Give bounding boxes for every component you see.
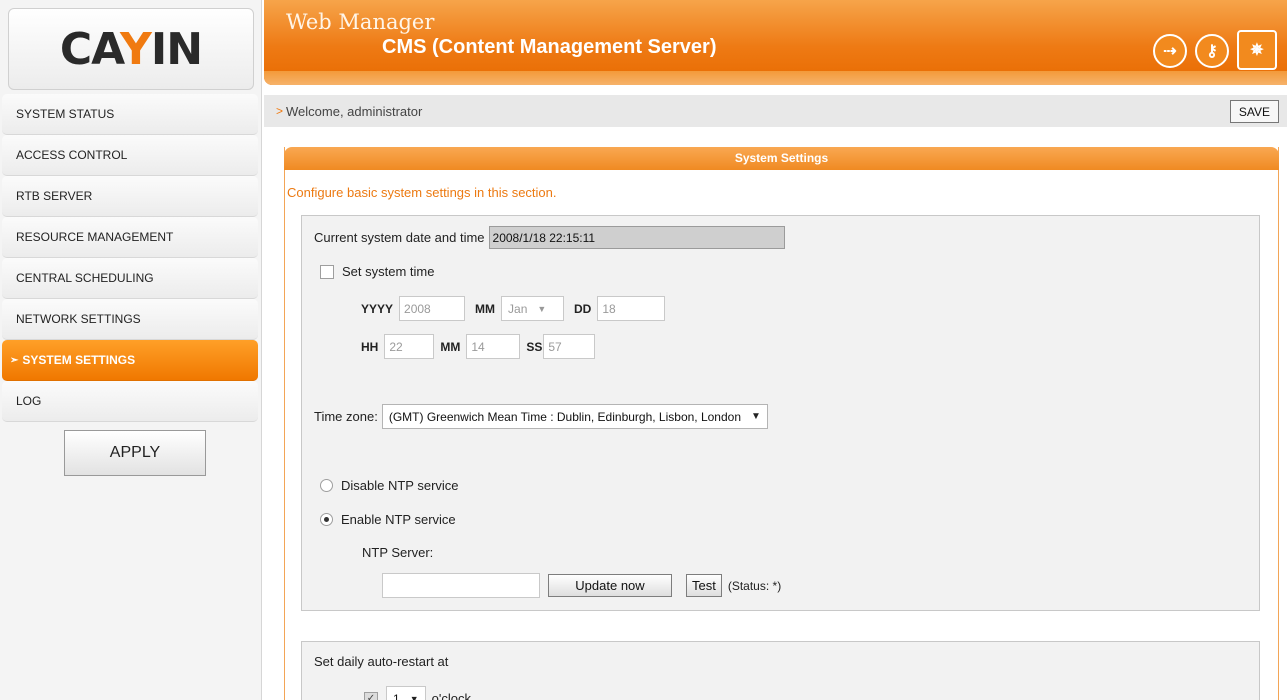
ss-label: SS — [526, 339, 543, 354]
auto-restart-label-row: Set daily auto-restart at — [314, 654, 448, 669]
month-label: MM — [475, 301, 496, 316]
header-title: Web Manager — [286, 10, 435, 34]
date-row: YYYY 2008 MM Jan ▼ DD 18 — [361, 296, 666, 321]
restart-hour-select[interactable]: 1 ▼ — [386, 686, 426, 700]
auto-restart-box: Set daily auto-restart at ✓ 1 ▼ o'clock — [301, 641, 1260, 700]
current-datetime-row: Current system date and time 2008/1/18 2… — [314, 226, 785, 249]
welcome-text: Welcome, administrator — [286, 103, 423, 119]
chevron-down-icon: ▼ — [537, 303, 547, 314]
enable-ntp-row: Enable NTP service — [320, 512, 456, 527]
update-now-button[interactable]: Update now — [548, 574, 672, 597]
cayin-logo: CAYIN — [8, 8, 254, 90]
ntp-server-label: NTP Server: — [362, 545, 434, 560]
active-arrow-icon: ➣ — [10, 354, 19, 366]
logout-icon[interactable]: ⇢ — [1153, 34, 1187, 68]
sidebar-item-system-settings[interactable]: ➣ SYSTEM SETTINGS — [2, 340, 258, 381]
set-time-row: Set system time — [320, 264, 434, 279]
disable-ntp-row: Disable NTP service — [320, 478, 459, 493]
sidebar-item-system-status[interactable]: SYSTEM STATUS — [2, 94, 258, 135]
ntp-server-row: Update now Test (Status: *) — [382, 573, 781, 598]
sidebar-item-rtb-server[interactable]: RTB SERVER — [2, 176, 258, 217]
sidebar: CAYIN SYSTEM STATUS ACCESS CONTROL RTB S… — [0, 0, 262, 700]
test-button[interactable]: Test — [686, 574, 722, 597]
save-button[interactable]: SAVE — [1229, 100, 1279, 123]
timezone-select[interactable]: (GMT) Greenwich Mean Time : Dublin, Edin… — [381, 404, 768, 429]
logo-wordmark: CAYIN — [59, 23, 203, 75]
auto-restart-checkbox[interactable]: ✓ — [364, 691, 378, 700]
hh-label: HH — [361, 339, 379, 354]
breadcrumb-marker: > — [276, 104, 284, 118]
enable-ntp-radio[interactable] — [320, 513, 333, 526]
header-icons: ⇢ ⚷ ✵ — [1153, 30, 1277, 70]
app-header: Web Manager CMS (Content Management Serv… — [264, 0, 1287, 85]
current-datetime-label: Current system date and time — [314, 230, 485, 245]
timezone-row: Time zone: (GMT) Greenwich Mean Time : D… — [314, 404, 768, 429]
panel-intro: Configure basic system settings in this … — [287, 185, 557, 200]
sidebar-item-resource-management[interactable]: RESOURCE MANAGEMENT — [2, 217, 258, 258]
time-row: HH 22 MM 14 SS 57 — [361, 334, 596, 359]
hour-input[interactable]: 22 — [384, 334, 435, 359]
minute-label: MM — [440, 339, 461, 354]
disable-ntp-radio[interactable] — [320, 479, 333, 492]
ntp-status-text: (Status: *) — [727, 578, 782, 593]
sidebar-item-log[interactable]: LOG — [2, 381, 258, 422]
welcome-bar: > Welcome, administrator SAVE — [264, 95, 1287, 127]
current-datetime-field: 2008/1/18 22:15:11 — [488, 226, 785, 249]
sidebar-menu: SYSTEM STATUS ACCESS CONTROL RTB SERVER … — [0, 94, 262, 422]
month-select[interactable]: Jan ▼ — [501, 296, 565, 321]
disable-ntp-label: Disable NTP service — [341, 478, 459, 493]
year-input[interactable]: 2008 — [399, 296, 466, 321]
auto-restart-label: Set daily auto-restart at — [314, 654, 449, 669]
oclock-label: o'clock — [431, 691, 471, 700]
sidebar-item-central-scheduling[interactable]: CENTRAL SCHEDULING — [2, 258, 258, 299]
apply-button[interactable]: APPLY — [64, 430, 206, 476]
auto-restart-row: ✓ 1 ▼ o'clock — [364, 686, 471, 700]
enable-ntp-label: Enable NTP service — [341, 512, 456, 527]
minute-input[interactable]: 14 — [466, 334, 521, 359]
key-icon[interactable]: ⚷ — [1195, 34, 1229, 68]
header-subtitle: CMS (Content Management Server) — [382, 36, 717, 58]
timezone-label: Time zone: — [314, 409, 378, 424]
system-settings-panel: System Settings Configure basic system s… — [284, 147, 1279, 700]
ntp-server-input[interactable] — [382, 573, 540, 598]
sidebar-item-access-control[interactable]: ACCESS CONTROL — [2, 135, 258, 176]
panel-title: System Settings — [284, 147, 1279, 170]
spark-icon[interactable]: ✵ — [1237, 30, 1277, 70]
chevron-down-icon: ▼ — [751, 411, 761, 422]
set-time-checkbox[interactable] — [320, 264, 334, 279]
set-time-label: Set system time — [342, 264, 435, 279]
day-input[interactable]: 18 — [597, 296, 666, 321]
time-settings-box: Current system date and time 2008/1/18 2… — [301, 215, 1260, 611]
sidebar-item-network-settings[interactable]: NETWORK SETTINGS — [2, 299, 258, 340]
ntp-server-label-row: NTP Server: — [362, 545, 433, 560]
dd-label: DD — [574, 301, 592, 316]
chevron-down-icon: ▼ — [409, 693, 419, 700]
yyyy-label: YYYY — [361, 301, 394, 316]
second-input[interactable]: 57 — [543, 334, 596, 359]
